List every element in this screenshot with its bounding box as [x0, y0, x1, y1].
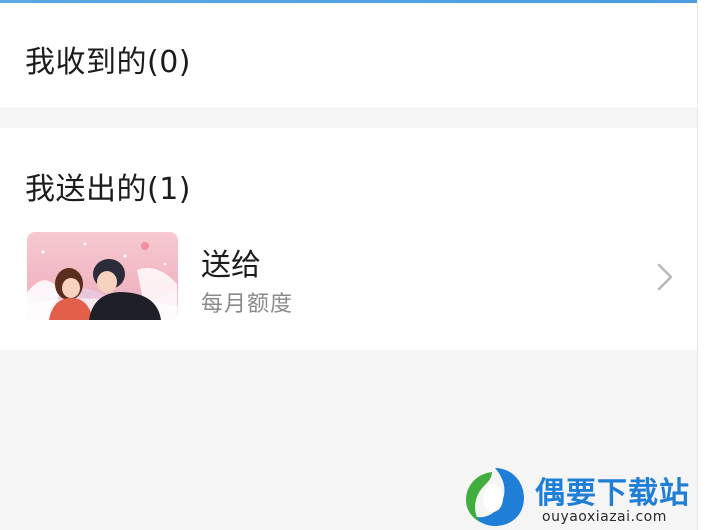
received-section-title: 我收到的(0)	[25, 45, 191, 80]
watermark-logo-icon	[466, 468, 524, 526]
watermark-url: ouyaoxiazai.com	[542, 509, 667, 525]
scrollbar-track[interactable]	[697, 0, 708, 530]
watermark-name: 偶要下载站	[535, 476, 690, 511]
sent-section-title: 我送出的(1)	[25, 172, 191, 207]
gift-item-subtitle: 每月额度	[201, 292, 294, 317]
watermark: 偶要下载站 ouyaoxiazai.com	[462, 462, 702, 528]
received-section: 我收到的(0)	[0, 3, 697, 107]
sent-section: 我送出的(1) 送给 每月额度	[0, 128, 697, 350]
sent-gift-item[interactable]: 送给 每月额度	[0, 228, 697, 324]
chevron-right-icon	[657, 263, 673, 291]
gift-thumbnail	[27, 232, 178, 320]
gift-item-title: 送给	[201, 248, 261, 283]
